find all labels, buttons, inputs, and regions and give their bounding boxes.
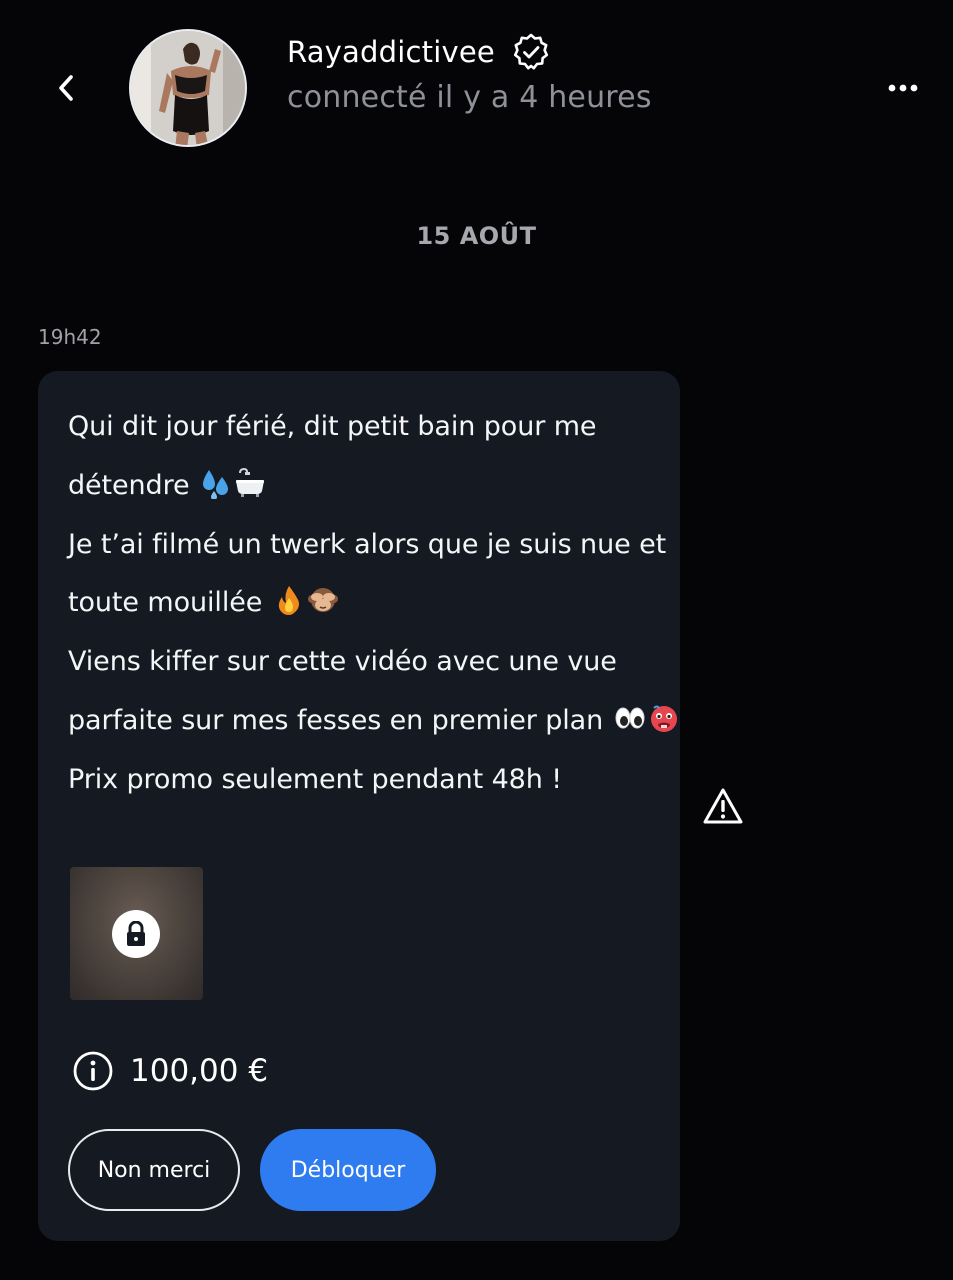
price: 100,00 €: [130, 1053, 269, 1089]
decline-button[interactable]: Non merci: [68, 1129, 240, 1211]
price-row: 100,00 €: [72, 1049, 268, 1093]
more-options-button[interactable]: [881, 66, 925, 110]
verified-badge-icon: [511, 32, 551, 72]
fire-emoji: [273, 579, 305, 616]
warning-triangle-icon: [703, 788, 743, 824]
message-line-text: toute mouillée: [68, 587, 263, 619]
message-line: Je t’ai filmé un twerk alors que je suis…: [68, 516, 666, 575]
message-line: parfaite sur mes fesses en premier plan: [68, 692, 677, 751]
back-button[interactable]: [44, 66, 88, 110]
message-text: Qui dit jour férié, dit petit bain pour …: [68, 398, 677, 810]
message-line: Qui dit jour férié, dit petit bain pour …: [68, 398, 658, 457]
message-line: Prix promo seulement pendant 48h !: [68, 751, 658, 810]
message-line: toute mouillée: [68, 574, 658, 633]
hot-face-emoji: [648, 697, 680, 732]
username-row[interactable]: Rayaddictivee: [287, 30, 551, 74]
more-horizontal-icon: [888, 84, 918, 92]
message-line-text: parfaite sur mes fesses en premier plan: [68, 704, 604, 736]
online-status: connecté il y a 4 heures: [287, 80, 652, 115]
eyes-emoji: [614, 697, 646, 729]
date-separator: 15 AOÛT: [416, 222, 537, 250]
unlock-button[interactable]: Débloquer: [260, 1129, 436, 1211]
lock-icon: [127, 921, 145, 946]
message-line-text: Viens kiffer sur cette vidéo avec une vu…: [68, 646, 617, 678]
sweat-droplets-emoji: [200, 462, 232, 500]
message-line: détendre: [68, 457, 658, 516]
chat-header: Rayaddictivee connecté il y a 4 heures: [0, 0, 953, 170]
message-line-text: Qui dit jour férié, dit petit bain pour …: [68, 411, 597, 442]
report-button[interactable]: [700, 783, 746, 829]
message-line-text: détendre: [68, 469, 190, 501]
message-line: Viens kiffer sur cette vidéo avec une vu…: [68, 633, 658, 692]
see-no-evil-monkey-emoji: [307, 579, 339, 613]
info-icon[interactable]: [72, 1050, 114, 1092]
message-timestamp: 19h42: [38, 325, 102, 349]
message-bubble: Qui dit jour férié, dit petit bain pour …: [38, 371, 680, 1241]
avatar[interactable]: [129, 29, 247, 147]
lock-badge: [112, 910, 160, 958]
message-line-text: Je t’ai filmé un twerk alors que je suis…: [68, 528, 667, 560]
username: Rayaddictivee: [287, 35, 495, 69]
message-line-text: Prix promo seulement pendant 48h !: [68, 763, 562, 795]
bathtub-emoji: [234, 462, 266, 497]
chevron-left-icon: [59, 75, 73, 101]
locked-media-thumbnail[interactable]: [70, 867, 203, 1000]
